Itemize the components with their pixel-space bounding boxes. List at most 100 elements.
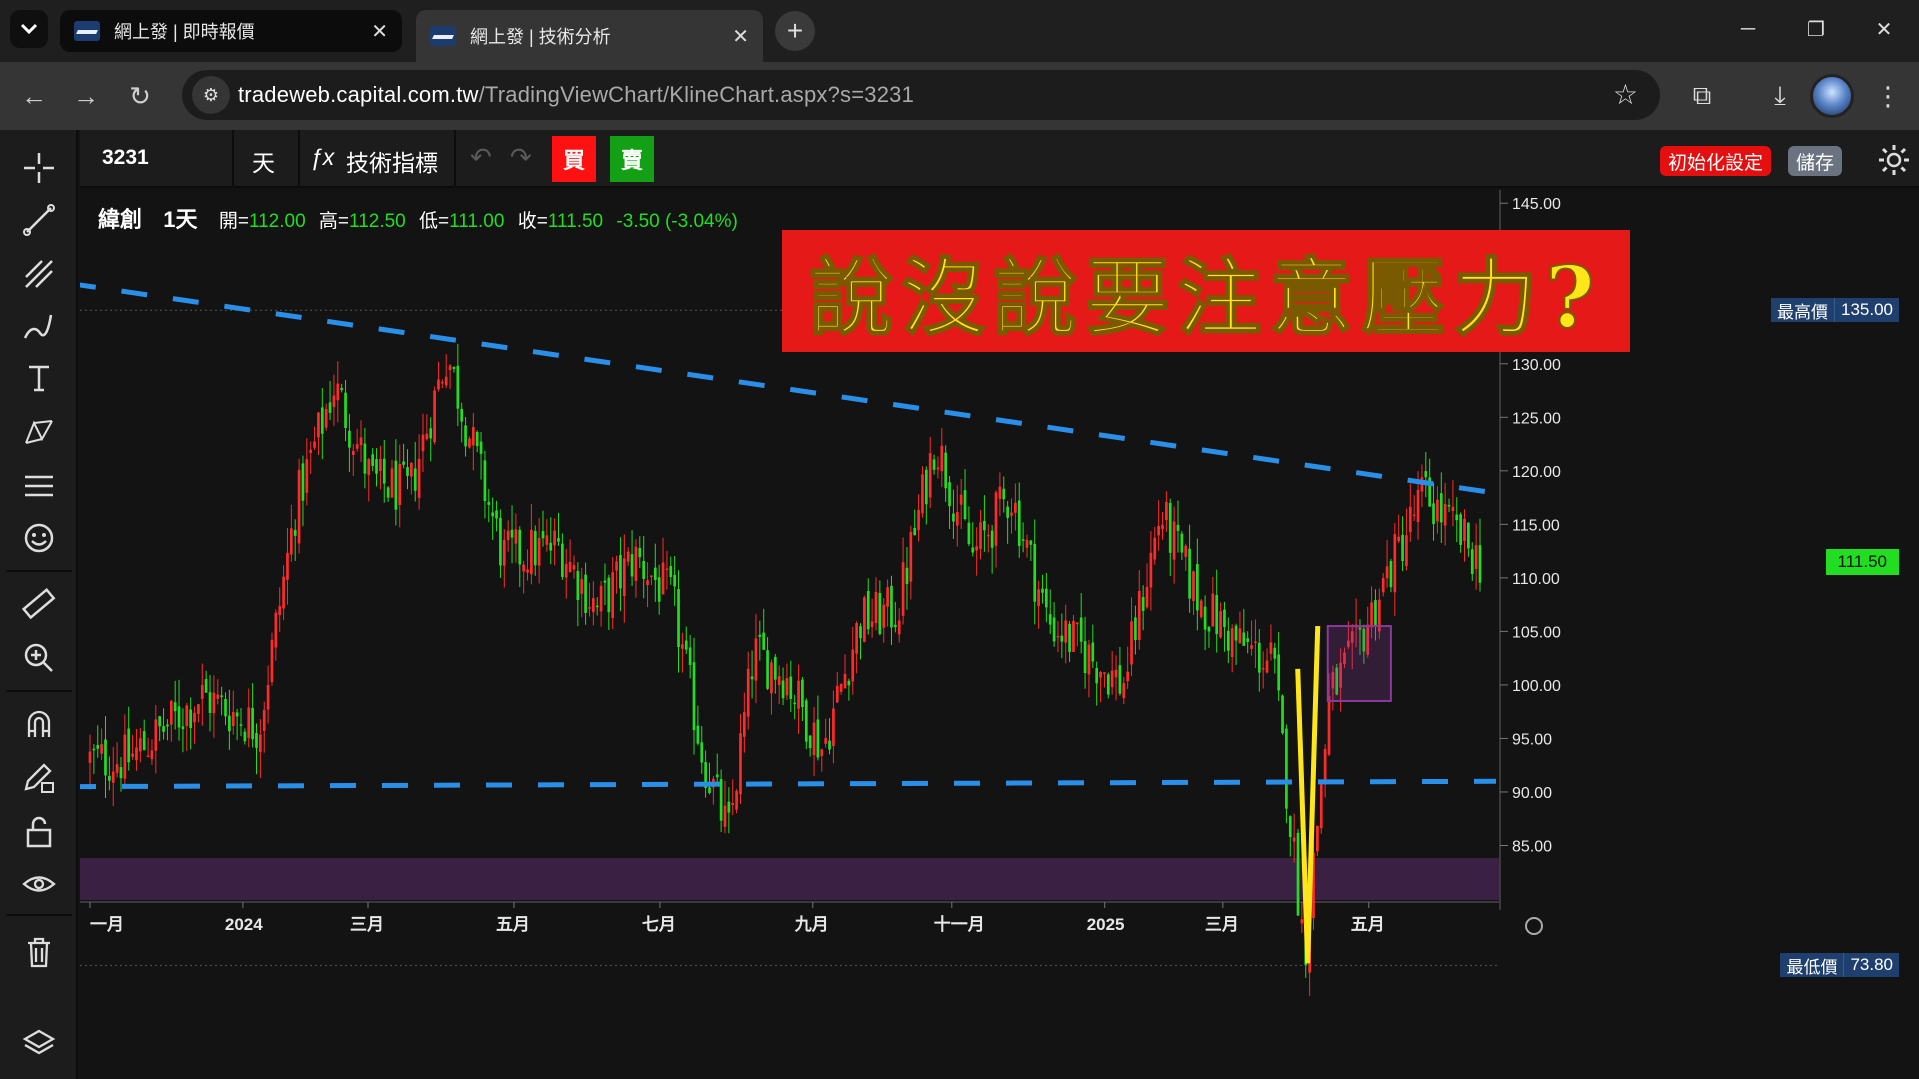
candle-body [847,680,851,686]
candle-body [1014,502,1017,513]
minimize-button[interactable]: ─ [1714,0,1782,58]
bookmark-star-icon[interactable]: ☆ [1613,78,1638,111]
candle-body [591,598,595,613]
candle-body [770,662,773,694]
y-tick-label: 145.00 [1512,196,1561,213]
candle-body [785,678,789,696]
candle-body [1126,671,1130,682]
candle-body [1052,617,1056,642]
candle-body [317,412,320,438]
close-icon[interactable]: ✕ [371,19,388,44]
candle-body [1168,502,1172,553]
candle-body [719,779,723,821]
candle-body [355,444,359,449]
profile-avatar[interactable] [1810,74,1854,118]
trash-icon [28,937,50,968]
trendline-tool[interactable] [17,198,61,242]
address-bar[interactable]: ⚙ tradeweb.capital.com.tw/TradingViewCha… [182,70,1660,120]
candle-body [483,460,487,502]
candle-body [1246,638,1250,642]
candle-body [681,644,684,649]
candle-body [1455,514,1459,521]
candle-body [1416,489,1420,523]
emoji-tool[interactable] [17,516,61,560]
candle-body [944,452,948,489]
candle-body [1149,552,1153,588]
candle-body [990,530,994,548]
delete-tool[interactable] [17,930,61,974]
browser-tab-quotes[interactable]: 網上發 | 即時報價 ✕ [60,10,402,52]
sell-button[interactable]: 賣 [610,136,654,182]
close-window-button[interactable]: ✕ [1850,0,1918,58]
candle-body [1234,625,1238,641]
undo-icon[interactable]: ↶ [470,142,492,173]
candle-body [1370,602,1373,628]
ruler-tool[interactable] [17,582,61,626]
crosshair-tool[interactable] [17,146,61,190]
reset-settings-button[interactable]: 初始化設定 [1660,146,1772,176]
symbol-search[interactable]: 3231 [102,146,149,170]
save-button[interactable]: 儲存 [1788,146,1843,176]
candle-body [332,395,336,408]
forward-button[interactable]: → [66,76,106,116]
magnet-tool[interactable] [17,702,61,746]
redo-icon[interactable]: ↷ [510,142,532,173]
candle-body [588,607,591,609]
candle-body [1269,642,1273,654]
candle-body [657,577,661,602]
candle-body [1203,606,1207,630]
gear-icon[interactable] [1876,142,1912,178]
lock-drawings-tool[interactable] [17,756,61,800]
candle-body [1374,600,1377,626]
candle-body [239,724,243,726]
candle-body [557,538,560,542]
new-tab-button[interactable]: + [775,11,815,51]
candle-body [1106,674,1110,695]
restore-button[interactable]: ❐ [1782,0,1850,58]
candle-body [1292,837,1296,842]
more-menu-icon[interactable]: ⋮ [1868,76,1908,116]
url-text[interactable]: tradeweb.capital.com.tw/TradingViewChart… [238,82,914,108]
candle-body [417,458,421,498]
open-value: 112.00 [248,211,306,232]
site-info-icon[interactable]: ⚙ [192,76,230,114]
measure-tool[interactable] [17,464,61,508]
candle-body [735,790,738,810]
candle-body [983,520,986,531]
candle-body [313,441,316,448]
y-tick-label: 115.00 [1512,517,1560,534]
buy-button[interactable]: 買 [552,136,596,182]
candle-body [1165,502,1168,521]
tab-search-button[interactable] [10,10,48,48]
candle-body [1401,534,1404,562]
candle-body [580,579,584,594]
candle-body [390,468,394,498]
candle-body [456,365,460,409]
candle-body [688,647,692,666]
close-icon[interactable]: ✕ [732,24,749,49]
candle-body [1389,560,1393,588]
y-tick-label: 120.00 [1512,464,1561,481]
text-tool[interactable] [17,356,61,400]
layers-tool[interactable] [17,1020,61,1064]
reload-button[interactable]: ↻ [120,76,160,116]
interval-selector[interactable]: 天 [252,144,275,178]
unlock-tool[interactable] [17,810,61,854]
extensions-icon[interactable]: ⧉ [1682,76,1722,116]
pattern-tool[interactable] [17,410,61,454]
candle-body [1447,505,1451,507]
y-tick-label: 85.00 [1512,838,1552,855]
download-icon[interactable]: ⤓ [1760,76,1800,116]
minimize-icon: ─ [1740,17,1756,40]
indicators-button[interactable]: 技術指標 [346,144,438,178]
brush-tool[interactable] [17,304,61,348]
browser-tab-technical[interactable]: 網上發 | 技術分析 ✕ [416,10,763,62]
chart-pane[interactable]: 145.00140.00135.00130.00125.00120.00115.… [80,190,1919,1079]
fib-tool[interactable] [17,252,61,296]
back-button[interactable]: ← [14,76,54,116]
plus-icon: + [786,15,804,46]
visibility-tool[interactable] [17,862,61,906]
candle-body [1277,654,1281,691]
candle-body [797,680,800,709]
zoom-tool[interactable] [17,636,61,680]
